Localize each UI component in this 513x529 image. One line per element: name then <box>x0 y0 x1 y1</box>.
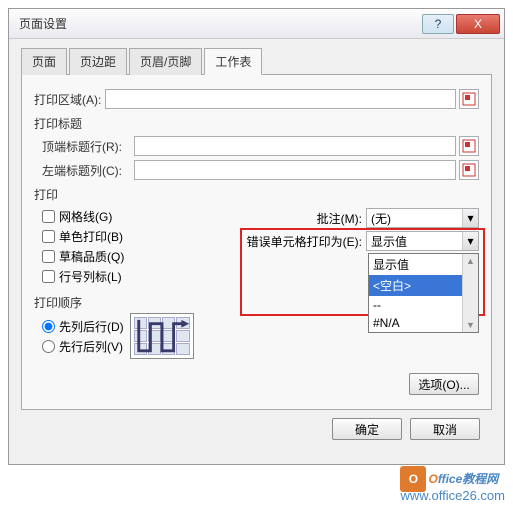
tab-sheet[interactable]: 工作表 <box>204 48 262 75</box>
chevron-down-icon: ▾ <box>462 209 478 227</box>
range-picker-icon <box>462 92 476 106</box>
left-cols-picker[interactable] <box>459 160 479 180</box>
top-rows-input[interactable] <box>134 136 456 156</box>
errors-select[interactable]: 显示值 ▾ <box>366 231 479 251</box>
range-picker-icon <box>462 163 476 177</box>
range-picker-icon <box>462 139 476 153</box>
over-down-label: 先列后行(D) <box>59 318 124 335</box>
down-over-radio[interactable] <box>42 340 55 353</box>
print-area-row: 打印区域(A): <box>34 89 479 109</box>
tab-strip: 页面 页边距 页眉/页脚 工作表 <box>21 48 492 75</box>
print-checks: 网格线(G) 单色打印(B) 草稿品质(Q) 行号列标(L) <box>42 205 242 288</box>
comments-select[interactable]: (无) ▾ <box>366 208 479 228</box>
ok-button[interactable]: 确定 <box>332 418 402 440</box>
dialog-footer: 确定 取消 <box>21 410 492 452</box>
top-rows-row: 顶端标题行(R): <box>42 136 479 156</box>
sheet-panel: 打印区域(A): 打印标题 顶端标题行(R): 左端标题列(C): <box>21 74 492 410</box>
print-area-input[interactable] <box>105 89 456 109</box>
print-titles-label: 打印标题 <box>34 115 479 132</box>
watermark-url: www.office26.com <box>400 488 505 503</box>
rowcol-label: 行号列标(L) <box>59 268 122 285</box>
gridlines-checkbox[interactable] <box>42 210 55 223</box>
bw-label: 单色打印(B) <box>59 228 123 245</box>
left-cols-label: 左端标题列(C): <box>42 162 130 179</box>
print-area-picker[interactable] <box>459 89 479 109</box>
print-selects: 批注(M): (无) ▾ 错误单元格打印为(E): 显示值 ▾ <box>242 205 479 288</box>
draft-checkbox[interactable] <box>42 250 55 263</box>
print-label: 打印 <box>34 186 479 203</box>
help-button[interactable]: ? <box>422 14 454 34</box>
print-area-label: 打印区域(A): <box>34 91 101 108</box>
gridlines-label: 网格线(G) <box>59 208 112 225</box>
down-over-label: 先行后列(V) <box>59 338 123 355</box>
top-rows-label: 顶端标题行(R): <box>42 138 130 155</box>
watermark-o: O <box>428 472 437 486</box>
draft-label: 草稿品质(Q) <box>59 248 124 265</box>
rowcol-checkbox[interactable] <box>42 270 55 283</box>
left-cols-row: 左端标题列(C): <box>42 160 479 180</box>
comments-label: 批注(M): <box>242 210 362 227</box>
tab-page[interactable]: 页面 <box>21 48 67 75</box>
titlebar[interactable]: 页面设置 ? X <box>9 9 504 39</box>
errors-dropdown[interactable]: 显示值 <空白> -- #N/A <box>368 253 479 333</box>
close-button[interactable]: X <box>456 14 500 34</box>
chevron-down-icon: ▾ <box>462 232 478 250</box>
watermark-text: ffice教程网 <box>438 472 498 486</box>
errors-value: 显示值 <box>371 233 407 250</box>
errors-label: 错误单元格打印为(E): <box>242 233 362 250</box>
page-order-preview <box>130 313 194 359</box>
bw-checkbox[interactable] <box>42 230 55 243</box>
tab-margin[interactable]: 页边距 <box>69 48 127 75</box>
comments-value: (无) <box>371 210 391 227</box>
order-arrow-icon <box>131 314 193 359</box>
left-cols-input[interactable] <box>134 160 456 180</box>
options-button[interactable]: 选项(O)... <box>409 373 479 395</box>
top-rows-picker[interactable] <box>459 136 479 156</box>
dropdown-scroll-icon <box>462 254 478 332</box>
over-down-radio[interactable] <box>42 320 55 333</box>
cancel-button[interactable]: 取消 <box>410 418 480 440</box>
page-setup-dialog: 页面设置 ? X 页面 页边距 页眉/页脚 工作表 打印区域(A): 打印标题 … <box>8 8 505 465</box>
dialog-title: 页面设置 <box>19 15 422 32</box>
dialog-body: 页面 页边距 页眉/页脚 工作表 打印区域(A): 打印标题 顶端标题行(R): <box>9 39 504 464</box>
tab-headerfooter[interactable]: 页眉/页脚 <box>129 48 202 75</box>
watermark: OOffice教程网 www.office26.com <box>0 465 513 505</box>
